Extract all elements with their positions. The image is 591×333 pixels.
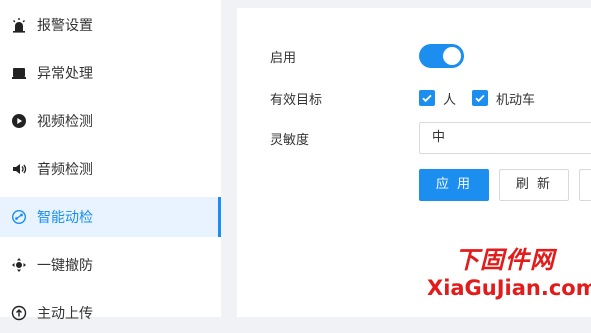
enable-label: 启用	[270, 51, 297, 66]
target-person-label: 人	[443, 93, 457, 108]
sidebar-item-label: 报警设置	[37, 18, 93, 34]
content-gutter	[221, 0, 237, 317]
sidebar-item-label: 音频检测	[37, 162, 93, 178]
sidebar-item-label: 一键撤防	[37, 258, 93, 274]
extra-button[interactable]	[579, 169, 591, 201]
sensitivity-label: 灵敏度	[270, 133, 310, 148]
smart-motion-icon	[11, 209, 27, 225]
monitor-icon	[11, 65, 27, 81]
sidebar-item-label: 智能动检	[37, 210, 93, 226]
sensitivity-select[interactable]: 中	[419, 122, 591, 154]
target-vehicle-checkbox[interactable]	[472, 90, 488, 106]
sidebar-item-one-key-disarm[interactable]: 一键撤防	[0, 245, 221, 285]
play-circle-icon	[11, 113, 27, 129]
apply-button[interactable]: 应 用	[419, 169, 489, 201]
sidebar-item-audio-detection[interactable]: 音频检测	[0, 149, 221, 189]
toggle-knob	[443, 47, 461, 65]
sidebar: 报警设置 异常处理 视频检测 音频检测 智能动检 一键撤防 主动上传	[0, 0, 221, 322]
disarm-icon	[11, 257, 27, 273]
sidebar-item-label: 异常处理	[37, 66, 93, 82]
sidebar-item-alarm-settings[interactable]: 报警设置	[0, 5, 221, 45]
sidebar-item-active-upload[interactable]: 主动上传	[0, 293, 221, 333]
sidebar-item-exception-handling[interactable]: 异常处理	[0, 53, 221, 93]
enable-toggle[interactable]	[419, 44, 464, 68]
check-icon	[422, 94, 432, 103]
sidebar-item-label: 视频检测	[37, 114, 93, 130]
upload-icon	[11, 305, 27, 321]
refresh-button[interactable]: 刷 新	[499, 169, 569, 201]
sidebar-item-smart-motion[interactable]: 智能动检	[0, 197, 221, 237]
sidebar-item-video-detection[interactable]: 视频检测	[0, 101, 221, 141]
watermark-en: XiaGuJian.com	[427, 276, 591, 300]
check-icon	[475, 94, 485, 103]
target-label: 有效目标	[270, 93, 323, 108]
speaker-icon	[11, 161, 27, 177]
target-person-checkbox[interactable]	[419, 90, 435, 106]
alarm-light-icon	[11, 17, 27, 33]
watermark-cn: 下固件网	[455, 246, 555, 274]
sidebar-item-label: 主动上传	[37, 306, 93, 322]
target-vehicle-label: 机动车	[496, 93, 536, 108]
